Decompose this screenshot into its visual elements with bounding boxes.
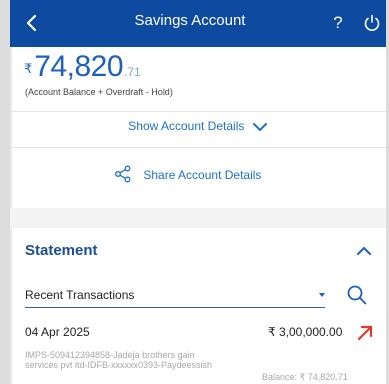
chevron-down-icon [252, 121, 268, 136]
statement-title: Statement [25, 242, 98, 259]
statement-collapse-button[interactable] [355, 243, 373, 259]
transaction-date: 04 Apr 2025 [25, 325, 90, 339]
divider [10, 111, 386, 112]
help-button[interactable]: ? [328, 12, 348, 34]
share-account-details-button[interactable]: Share Account Details [114, 165, 261, 187]
transaction-filter-select[interactable]: Recent Transactions [25, 283, 325, 308]
transaction-filter-value: Recent Transactions [25, 288, 135, 302]
power-icon [364, 14, 380, 31]
logout-button[interactable] [362, 13, 382, 33]
transaction-amount: ₹ 3,00,000.00 [268, 325, 343, 339]
app-header: Savings Account ? [10, 0, 386, 47]
show-account-details-label: Show Account Details [128, 119, 245, 133]
balance-decimal: .71 [124, 65, 141, 79]
currency-symbol: ₹ [24, 61, 33, 76]
account-balance: ₹74,820.71 [24, 50, 141, 83]
show-account-details-button[interactable]: Show Account Details [10, 119, 386, 141]
transaction-description: IMPS-509412394858-Jadeja brothers gain s… [25, 350, 213, 370]
balance-integer: 74,820 [34, 50, 124, 83]
dropdown-caret-icon [319, 293, 325, 297]
share-account-details-label: Share Account Details [143, 168, 262, 182]
divider [10, 147, 386, 148]
back-chevron-icon [26, 14, 37, 32]
app-screen: Savings Account ? ₹74,820.71 (Account Ba… [10, 0, 386, 384]
search-button[interactable] [346, 284, 368, 306]
transaction-balance: Balance: ₹ 74,820.71 [262, 372, 348, 382]
debit-arrow-icon [355, 323, 375, 343]
page-title: Savings Account [134, 12, 246, 29]
back-button[interactable] [20, 11, 44, 35]
share-icon [114, 165, 132, 186]
search-icon [347, 285, 367, 305]
balance-note: (Account Balance + Overdraft - Hold) [25, 87, 173, 97]
chevron-up-icon [357, 247, 371, 255]
section-separator [10, 208, 386, 228]
